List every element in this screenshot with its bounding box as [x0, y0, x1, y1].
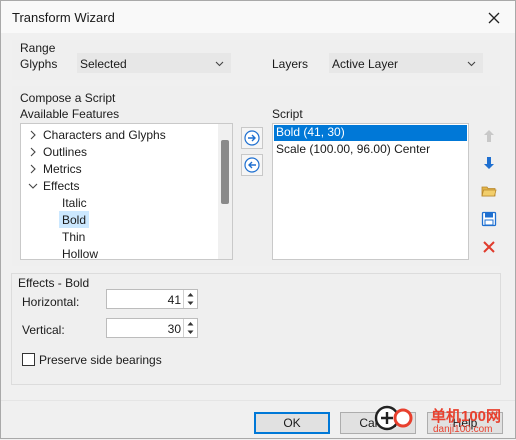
move-down-button[interactable]	[478, 152, 500, 174]
compose-heading: Compose a Script	[20, 91, 116, 105]
layers-select-value: Active Layer	[332, 57, 399, 71]
script-item[interactable]: Scale (100.00, 96.00) Center	[274, 142, 467, 158]
arrow-left-circle-icon	[244, 157, 260, 173]
horizontal-label: Horizontal:	[22, 295, 80, 309]
dialog-title: Transform Wizard	[12, 10, 115, 25]
caret-up-icon	[187, 322, 194, 326]
chevron-right-icon[interactable]	[28, 130, 38, 140]
effects-heading: Effects - Bold	[18, 276, 90, 290]
tree-item-label: Thin	[62, 230, 86, 244]
add-to-script-button[interactable]	[241, 127, 263, 149]
transform-wizard-dialog: Transform Wizard Range Glyphs Selected L…	[0, 0, 516, 439]
spin-up-button[interactable]	[184, 290, 197, 299]
site-watermark: 单机100网 danji100.com	[373, 403, 516, 440]
close-icon	[488, 12, 500, 24]
arrow-down-icon	[484, 157, 494, 169]
chevron-down-icon[interactable]	[28, 181, 38, 191]
watermark-text-cn: 单机100网	[431, 408, 502, 425]
vertical-label: Vertical:	[22, 323, 65, 337]
save-disk-icon	[481, 211, 497, 227]
open-folder-icon	[481, 186, 497, 197]
glyphs-label: Glyphs	[20, 57, 58, 71]
tree-item-label: Outlines	[43, 145, 88, 159]
vertical-updown	[183, 319, 197, 337]
caret-down-icon	[187, 330, 194, 334]
horizontal-value: 41	[167, 293, 181, 307]
tree-item-metrics[interactable]: Metrics	[21, 160, 217, 177]
scrollbar-thumb[interactable]	[221, 140, 229, 204]
tree-item-characters-and-glyphs[interactable]: Characters and Glyphs	[21, 126, 217, 143]
ok-button-label: OK	[283, 416, 301, 430]
preserve-side-bearings-checkbox[interactable]	[22, 353, 35, 366]
delete-x-icon	[483, 241, 495, 253]
save-script-button[interactable]	[478, 208, 500, 230]
tree-item-italic[interactable]: Italic	[21, 194, 217, 211]
script-item-label: Bold (41, 30)	[276, 125, 345, 139]
delete-script-item-button[interactable]	[478, 236, 500, 258]
tree-item-label: Metrics	[43, 162, 82, 176]
chevron-down-icon	[215, 61, 224, 67]
layers-select[interactable]: Active Layer	[329, 53, 483, 73]
tree-item-bold[interactable]: Bold	[21, 211, 217, 228]
arrow-up-icon	[484, 130, 494, 142]
available-features-tree[interactable]: Characters and Glyphs Outlines Metrics E…	[20, 123, 233, 260]
tree-item-hollow[interactable]: Hollow	[21, 245, 217, 260]
range-heading: Range	[20, 41, 56, 55]
script-list[interactable]: Bold (41, 30) Scale (100.00, 96.00) Cent…	[272, 123, 469, 260]
layers-label: Layers	[272, 57, 309, 71]
horizontal-updown	[183, 290, 197, 308]
tree-item-outlines[interactable]: Outlines	[21, 143, 217, 160]
vertical-spinner[interactable]: 30	[106, 318, 198, 338]
spin-down-button[interactable]	[184, 299, 197, 308]
script-label: Script	[272, 107, 303, 121]
caret-down-icon	[187, 301, 194, 305]
close-button[interactable]	[481, 7, 507, 29]
preserve-side-bearings-label[interactable]: Preserve side bearings	[39, 353, 162, 367]
open-script-button[interactable]	[478, 180, 500, 202]
horizontal-spinner[interactable]: 41	[106, 289, 198, 309]
tree-item-label: Effects	[43, 179, 80, 193]
remove-from-script-button[interactable]	[241, 154, 263, 176]
spin-down-button[interactable]	[184, 328, 197, 337]
watermark-logo-icon	[374, 405, 413, 431]
chevron-right-icon[interactable]	[28, 164, 38, 174]
vertical-value: 30	[167, 322, 181, 336]
tree-item-label: Italic	[62, 196, 87, 210]
watermark-text-url: danji100.com	[433, 424, 493, 435]
tree-item-label: Hollow	[62, 247, 99, 260]
title-bar: Transform Wizard	[1, 1, 515, 33]
chevron-down-icon	[467, 61, 476, 67]
glyphs-select[interactable]: Selected	[77, 53, 231, 73]
tree-scrollbar[interactable]	[218, 124, 232, 259]
script-item-label: Scale (100.00, 96.00) Center	[276, 142, 431, 156]
arrow-right-circle-icon	[244, 130, 260, 146]
tree-item-label: Characters and Glyphs	[43, 128, 166, 142]
script-item[interactable]: Bold (41, 30)	[274, 125, 467, 141]
chevron-right-icon[interactable]	[28, 147, 38, 157]
glyphs-select-value: Selected	[80, 57, 127, 71]
spin-up-button[interactable]	[184, 319, 197, 328]
tree-item-effects[interactable]: Effects	[21, 177, 217, 194]
available-features-label: Available Features	[20, 107, 120, 121]
tree-item-label: Bold	[59, 211, 90, 228]
ok-button[interactable]: OK	[254, 412, 330, 434]
caret-up-icon	[187, 293, 194, 297]
tree-item-thin[interactable]: Thin	[21, 228, 217, 245]
move-up-button[interactable]	[478, 125, 500, 147]
